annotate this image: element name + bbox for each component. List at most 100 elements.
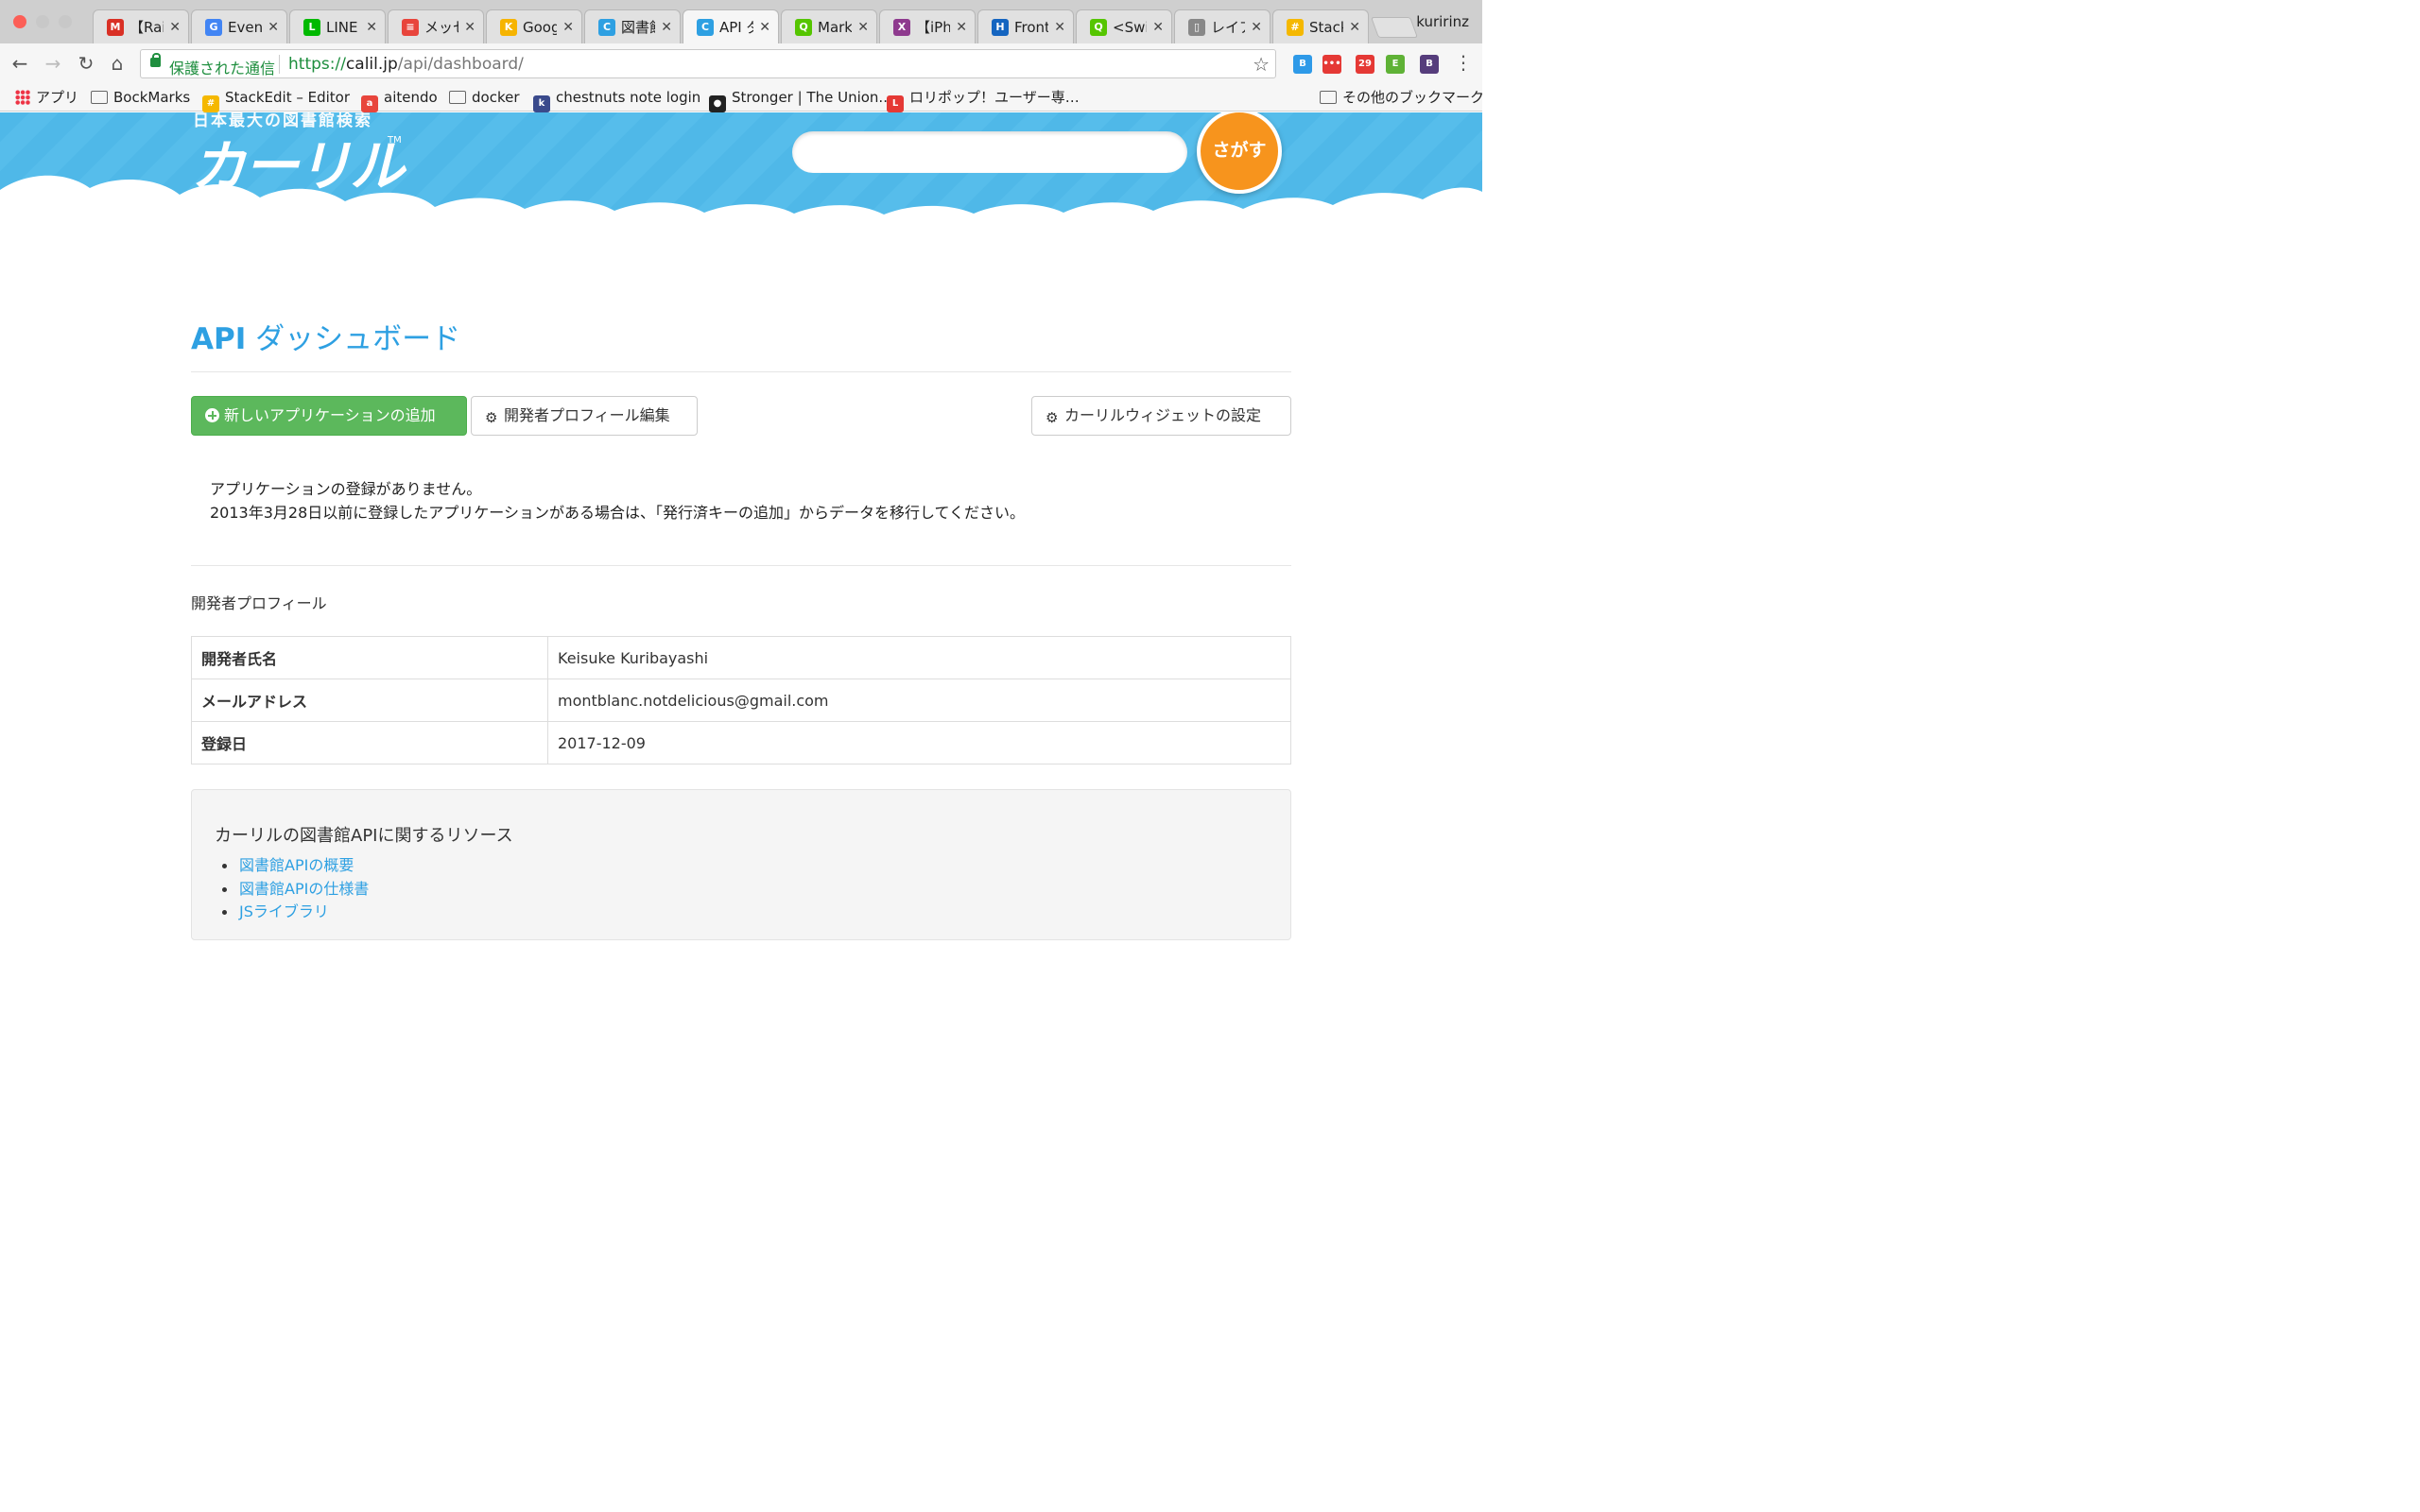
close-window-button[interactable] <box>13 15 26 28</box>
minimize-window-button[interactable] <box>36 15 49 28</box>
close-icon[interactable]: ✕ <box>759 19 770 36</box>
search-input[interactable] <box>792 131 1187 173</box>
profile-key: メールアドレス <box>191 679 548 722</box>
tab-title: Goog <box>523 19 557 36</box>
bookmark-item[interactable]: k chestnuts note login <box>533 87 701 112</box>
dots-ext-icon[interactable]: ••• <box>1322 55 1341 74</box>
close-icon[interactable]: ✕ <box>956 19 967 36</box>
bootstrap-ext-icon[interactable]: B <box>1420 55 1439 74</box>
bookmark-item[interactable]: L ロリポップ！ユーザー専… <box>887 87 1080 112</box>
close-icon[interactable]: ✕ <box>366 19 377 36</box>
browser-tab[interactable]: ▯ レイア ✕ <box>1174 9 1270 43</box>
bookmark-favicon-icon: ● <box>709 95 726 112</box>
folder-icon <box>1320 91 1337 104</box>
close-icon[interactable]: ✕ <box>464 19 475 36</box>
home-icon[interactable]: ⌂ <box>107 53 128 74</box>
browser-tab[interactable]: M 【Rai ✕ <box>93 9 189 43</box>
resources-list: 図書館APIの概要 図書館APIの仕様書 JSライブラリ <box>221 854 369 924</box>
close-icon[interactable]: ✕ <box>1251 19 1262 36</box>
address-bar[interactable]: 保護された通信 https://calil.jp/api/dashboard/ … <box>140 49 1276 78</box>
evernote-ext-icon[interactable]: E <box>1386 55 1405 74</box>
bookmark-item[interactable]: docker <box>449 87 520 108</box>
bookmark-item[interactable]: BockMarks <box>91 87 190 108</box>
bookmark-favicon-icon: # <box>202 95 219 112</box>
widget-settings-label: カーリルウィジェットの設定 <box>1064 406 1262 424</box>
close-icon[interactable]: ✕ <box>1152 19 1164 36</box>
close-icon[interactable]: ✕ <box>562 19 574 36</box>
browser-tab[interactable]: L LINE I ✕ <box>289 9 386 43</box>
browser-tab[interactable]: G Event ✕ <box>191 9 287 43</box>
bookmark-label: aitendo <box>384 89 438 106</box>
back-icon[interactable]: ← <box>9 53 30 74</box>
browser-tab[interactable]: ≡ メッセ ✕ <box>388 9 484 43</box>
resource-link[interactable]: 図書館APIの概要 <box>221 854 369 878</box>
browser-tab[interactable]: Q Marko ✕ <box>781 9 877 43</box>
bookmark-label: chestnuts note login <box>556 89 701 106</box>
bookmark-favicon-icon: L <box>887 95 904 112</box>
tab-title: Stack <box>1309 19 1343 36</box>
zoom-window-button[interactable] <box>59 15 72 28</box>
edit-profile-label: 開発者プロフィール編集 <box>504 406 670 424</box>
bookmark-item[interactable]: # StackEdit – Editor <box>202 87 350 112</box>
close-icon[interactable]: ✕ <box>1054 19 1065 36</box>
close-icon[interactable]: ✕ <box>857 19 869 36</box>
edit-profile-button[interactable]: ⚙ 開発者プロフィール編集 <box>471 396 698 436</box>
widget-settings-button[interactable]: ⚙ カーリルウィジェットの設定 <box>1031 396 1291 436</box>
tab-title: <Swif <box>1113 19 1147 36</box>
logo-trademark: TM <box>388 135 402 146</box>
browser-tab[interactable]: Q <Swif ✕ <box>1076 9 1172 43</box>
close-icon[interactable]: ✕ <box>1349 19 1360 36</box>
tab-title: Marko <box>818 19 852 36</box>
browser-tab[interactable]: C API ダ ✕ <box>683 9 779 44</box>
profile-name[interactable]: kuririnz <box>1416 13 1469 30</box>
url-text[interactable]: https://calil.jp/api/dashboard/ <box>288 55 524 74</box>
plus-circle-icon <box>205 408 219 422</box>
resource-link[interactable]: JSライブラリ <box>221 901 369 924</box>
bookmarks-bar: アプリ BockMarks # StackEdit – Editor a aitendo d… <box>0 83 1484 112</box>
close-icon[interactable]: ✕ <box>661 19 672 36</box>
other-bookmarks[interactable]: その他のブックマーク <box>1320 87 1484 108</box>
bookmark-item[interactable]: アプリ <box>15 87 78 108</box>
page-title-prefix: API <box>191 322 247 356</box>
calendar-ext-icon[interactable]: 29 <box>1356 55 1374 74</box>
resources-panel: カーリルの図書館APIに関するリソース 図書館APIの概要 図書館APIの仕様書… <box>191 789 1291 940</box>
calil-icon: C <box>697 19 714 36</box>
reload-icon[interactable]: ↻ <box>76 53 96 74</box>
tab-title: 【Rai <box>130 19 164 36</box>
profile-value: Keisuke Kuribayashi <box>547 636 1291 679</box>
tab-strip: M 【Rai ✕ G Event ✕ L LINE I ✕ ≡ メッセ ✕ K Goog ✕ C 図書館 ✕ C AP… <box>0 0 1482 44</box>
browser-tab[interactable]: # Stack ✕ <box>1272 9 1369 43</box>
bookmark-item[interactable]: ● Stronger | The Union.. <box>709 87 888 112</box>
table-row: 登録日 2017-12-09 <box>191 721 1291 765</box>
bookmark-item[interactable]: a aitendo <box>361 87 438 112</box>
tab-title: Event <box>228 19 262 36</box>
browser-tab[interactable]: K Goog ✕ <box>486 9 582 43</box>
browser-tab[interactable]: C 図書館 ✕ <box>584 9 681 43</box>
close-icon[interactable]: ✕ <box>268 19 279 36</box>
forward-icon[interactable]: → <box>43 53 63 74</box>
bookmark-ext-icon[interactable]: B <box>1293 55 1312 74</box>
browser-toolbar: ← → ↻ ⌂ 保護された通信 https://calil.jp/api/das… <box>0 43 1482 83</box>
bookmark-label: docker <box>472 89 520 106</box>
browser-tab[interactable]: X 【iPho ✕ <box>879 9 976 43</box>
new-tab-button[interactable] <box>1370 17 1419 38</box>
gmail-icon: M <box>107 19 124 36</box>
search-button[interactable]: さがす <box>1197 112 1282 194</box>
add-application-button[interactable]: 新しいアプリケーションの追加 <box>191 396 467 436</box>
bookmark-label: BockMarks <box>113 89 191 106</box>
table-row: 開発者氏名 Keisuke Kuribayashi <box>191 636 1291 679</box>
notice-line-1: アプリケーションの登録がありません。 <box>210 480 482 498</box>
tab-title: レイア <box>1211 19 1245 36</box>
url-path: /api/dashboard/ <box>397 55 524 74</box>
tab-title: 【iPho <box>916 19 950 36</box>
browser-tab[interactable]: H Front ✕ <box>977 9 1074 43</box>
add-application-label: 新しいアプリケーションの追加 <box>224 406 436 424</box>
google-icon: G <box>205 19 222 36</box>
notice-line-2: 2013年3月28日以前に登録したアプリケーションがある場合は、「発行済キーの追… <box>210 504 1025 522</box>
resource-link[interactable]: 図書館APIの仕様書 <box>221 878 369 902</box>
browser-menu-icon[interactable]: ⋮ <box>1454 51 1473 74</box>
tab-title: API ダ <box>719 19 753 36</box>
tab-title: 図書館 <box>621 19 655 36</box>
bookmark-star-icon[interactable]: ☆ <box>1253 53 1270 76</box>
close-icon[interactable]: ✕ <box>169 19 181 36</box>
